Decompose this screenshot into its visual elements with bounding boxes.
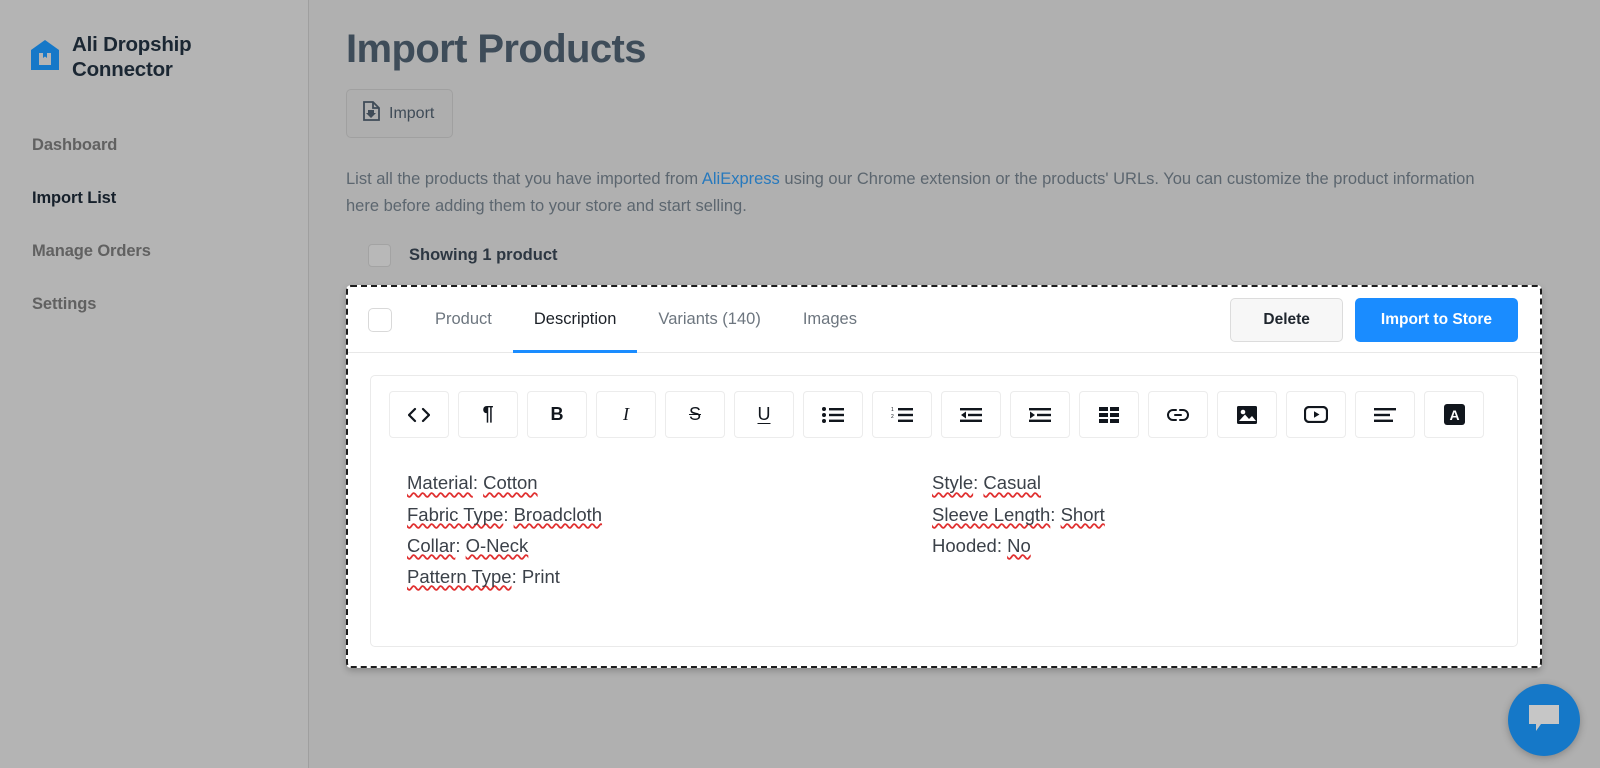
- svg-text:1: 1: [891, 407, 894, 413]
- sidebar-item-dashboard[interactable]: Dashboard: [0, 128, 308, 163]
- description-line: Collar: O-Neck: [407, 530, 932, 561]
- import-to-store-button[interactable]: Import to Store: [1355, 298, 1518, 342]
- sidebar-nav: Dashboard Import List Manage Orders Sett…: [0, 128, 308, 322]
- description-key: Hooded: [932, 535, 997, 556]
- italic-icon[interactable]: I: [596, 391, 656, 438]
- underline-icon[interactable]: U: [734, 391, 794, 438]
- description-value: Cotton: [483, 472, 538, 493]
- description-value: No: [1007, 535, 1031, 556]
- editor-toolbar: ¶ B I S U: [371, 376, 1517, 453]
- description-column-right: Style: Casual Sleeve Length: Short Hoode…: [932, 467, 1105, 591]
- intro-part-1: List all the products that you have impo…: [346, 170, 702, 188]
- brand-name: Ali Dropship Connector: [72, 32, 242, 82]
- description-key: Fabric Type: [407, 504, 503, 525]
- description-key: Sleeve Length: [932, 504, 1050, 525]
- warehouse-box-icon: [30, 39, 60, 76]
- chat-bubble-icon: [1527, 703, 1561, 738]
- image-icon[interactable]: [1217, 391, 1277, 438]
- import-button-label: Import: [389, 105, 434, 123]
- description-line: Fabric Type: Broadcloth: [407, 499, 932, 530]
- ordered-list-icon[interactable]: 1 2: [872, 391, 932, 438]
- paragraph-format-icon[interactable]: ¶: [458, 391, 518, 438]
- showing-row: Showing 1 product: [346, 244, 1540, 267]
- code-view-icon[interactable]: [389, 391, 449, 438]
- description-line: Style: Casual: [932, 467, 1105, 498]
- brand: Ali Dropship Connector: [0, 0, 308, 82]
- tab-images[interactable]: Images: [782, 287, 878, 352]
- description-key: Material: [407, 472, 473, 493]
- video-icon[interactable]: [1286, 391, 1346, 438]
- link-icon[interactable]: [1148, 391, 1208, 438]
- product-card-actions: Delete Import to Store: [1230, 298, 1518, 342]
- tab-variants[interactable]: Variants (140): [637, 287, 781, 352]
- strikethrough-icon[interactable]: S: [665, 391, 725, 438]
- unordered-list-icon[interactable]: [803, 391, 863, 438]
- tab-product[interactable]: Product: [414, 287, 513, 352]
- bold-icon[interactable]: B: [527, 391, 587, 438]
- intro-text: List all the products that you have impo…: [346, 166, 1506, 219]
- sidebar-item-settings[interactable]: Settings: [0, 287, 308, 322]
- sidebar-item-import-list[interactable]: Import List: [0, 181, 308, 216]
- select-all-checkbox[interactable]: [368, 244, 391, 267]
- delete-button[interactable]: Delete: [1230, 298, 1343, 342]
- sidebar: Ali Dropship Connector Dashboard Import …: [0, 0, 309, 768]
- description-key: Pattern Type: [407, 566, 512, 587]
- description-key: Collar: [407, 535, 455, 556]
- description-value: Short: [1061, 504, 1105, 525]
- showing-label: Showing 1 product: [409, 246, 558, 265]
- page-title: Import Products: [346, 26, 1540, 72]
- product-row-checkbox[interactable]: [368, 308, 392, 332]
- description-value: Print: [522, 566, 560, 587]
- description-line: Hooded: No: [932, 530, 1105, 561]
- align-icon[interactable]: [1355, 391, 1415, 438]
- import-button[interactable]: Import: [346, 89, 453, 138]
- description-value: Broadcloth: [514, 504, 602, 525]
- description-line: Pattern Type: Print: [407, 561, 932, 592]
- file-import-icon: [363, 101, 380, 126]
- aliexpress-link[interactable]: AliExpress: [702, 170, 780, 188]
- indent-icon[interactable]: [1010, 391, 1070, 438]
- tab-description[interactable]: Description: [513, 287, 638, 352]
- table-icon[interactable]: [1079, 391, 1139, 438]
- editor-content[interactable]: Material: Cotton Fabric Type: Broadcloth…: [371, 453, 1517, 591]
- outdent-icon[interactable]: [941, 391, 1001, 438]
- product-tabs: Product Description Variants (140) Image…: [414, 287, 878, 352]
- description-key: Style: [932, 472, 973, 493]
- main-content: Import Products Import List all the prod…: [310, 0, 1600, 768]
- description-line: Material: Cotton: [407, 467, 932, 498]
- product-card[interactable]: Product Description Variants (140) Image…: [346, 285, 1542, 668]
- font-color-icon[interactable]: A: [1424, 391, 1484, 438]
- chat-widget-button[interactable]: [1508, 684, 1580, 756]
- description-value: O-Neck: [466, 535, 529, 556]
- description-value: Casual: [983, 472, 1041, 493]
- description-line: Sleeve Length: Short: [932, 499, 1105, 530]
- description-editor: ¶ B I S U: [370, 375, 1518, 647]
- description-column-left: Material: Cotton Fabric Type: Broadcloth…: [407, 467, 932, 591]
- svg-text:2: 2: [891, 414, 894, 420]
- product-card-header: Product Description Variants (140) Image…: [348, 287, 1540, 353]
- svg-text:A: A: [1449, 407, 1459, 423]
- sidebar-item-manage-orders[interactable]: Manage Orders: [0, 234, 308, 269]
